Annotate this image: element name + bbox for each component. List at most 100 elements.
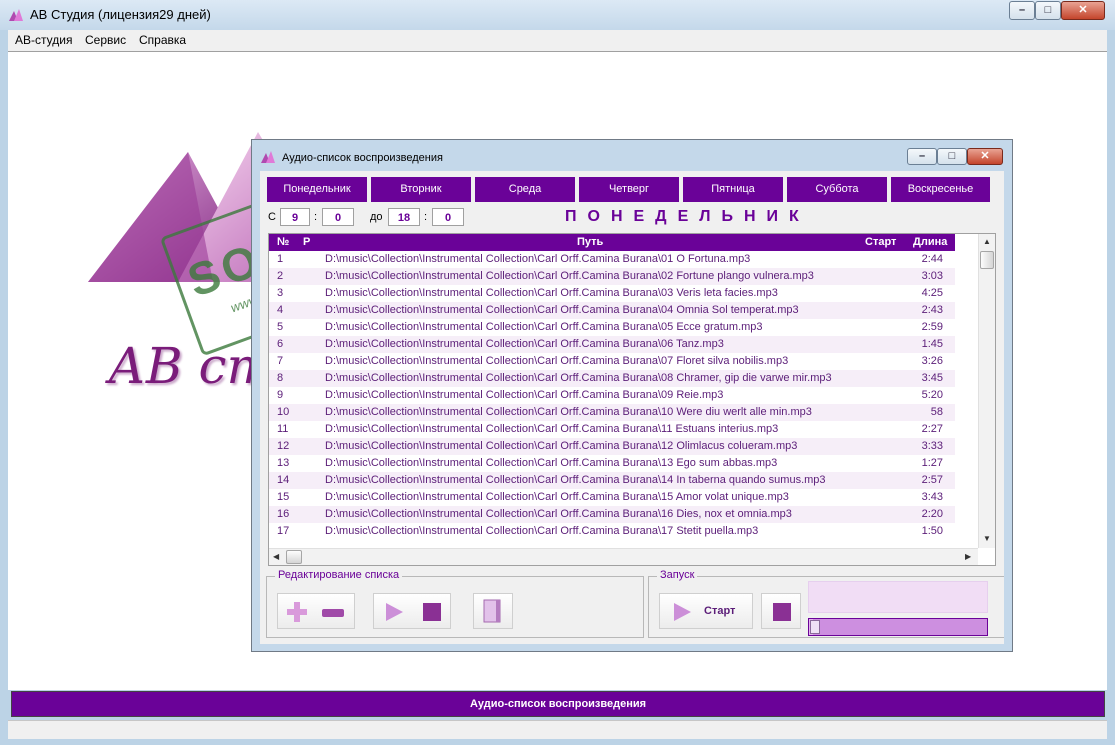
- tab-friday[interactable]: Пятница: [683, 177, 783, 202]
- row-number: 13: [277, 457, 290, 469]
- playlist-grid[interactable]: № Р Путь Старт Длина 1 D:\music\Collectio…: [268, 233, 996, 566]
- scroll-right-icon[interactable]: ▶: [965, 552, 971, 561]
- row-path: D:\music\Collection\Instrumental Collect…: [325, 423, 779, 435]
- from-hour-field[interactable]: 9: [280, 208, 310, 226]
- table-row[interactable]: 12 D:\music\Collection\Instrumental Colle…: [269, 438, 955, 455]
- tab-tuesday[interactable]: Вторник: [371, 177, 471, 202]
- table-row[interactable]: 13 D:\music\Collection\Instrumental Colle…: [269, 455, 955, 472]
- row-length: 2:44: [921, 253, 943, 265]
- menu-help[interactable]: Справка: [139, 33, 186, 47]
- menu-service[interactable]: Сервис: [85, 33, 126, 47]
- progress-slider[interactable]: [808, 618, 988, 636]
- minimize-icon: –: [918, 150, 926, 162]
- row-length: 58: [930, 406, 943, 418]
- column-number[interactable]: №: [277, 236, 289, 248]
- column-r[interactable]: Р: [303, 236, 310, 248]
- horizontal-scroll-thumb[interactable]: [286, 550, 302, 564]
- maximize-icon: □: [948, 150, 956, 162]
- remove-icon[interactable]: [322, 608, 344, 620]
- playlist-minimize-button[interactable]: –: [907, 148, 937, 165]
- row-path: D:\music\Collection\Instrumental Collect…: [325, 287, 778, 299]
- from-minute-field[interactable]: 0: [322, 208, 354, 226]
- vertical-scroll-thumb[interactable]: [980, 251, 994, 269]
- row-path: D:\music\Collection\Instrumental Collect…: [325, 440, 798, 452]
- scroll-up-icon[interactable]: ▲: [983, 237, 991, 246]
- tab-saturday[interactable]: Суббота: [787, 177, 887, 202]
- row-length: 3:43: [921, 491, 943, 503]
- table-row[interactable]: 9 D:\music\Collection\Instrumental Collec…: [269, 387, 955, 404]
- playlist-window: Аудио-список воспроизведения – □ ✕ Понед…: [251, 139, 1013, 652]
- playlist-body: Понедельник Вторник Среда Четверг Пятниц…: [260, 171, 1004, 644]
- row-number: 6: [277, 338, 284, 350]
- row-path: D:\music\Collection\Instrumental Collect…: [325, 474, 826, 486]
- row-length: 1:50: [921, 525, 943, 537]
- app-icon: [8, 7, 24, 23]
- main-title-bar: АВ Студия (лицензия29 дней) – □ ✕: [0, 0, 1115, 30]
- row-number: 2: [277, 270, 284, 282]
- table-row[interactable]: 8 D:\music\Collection\Instrumental Collec…: [269, 370, 955, 387]
- row-path: D:\music\Collection\Instrumental Collect…: [325, 491, 789, 503]
- grid-header: № Р Путь Старт Длина: [269, 234, 955, 251]
- menu-bar: АВ-студия Сервис Справка: [8, 30, 1107, 51]
- play-icon[interactable]: [384, 602, 404, 625]
- bottom-strip: [8, 720, 1107, 739]
- start-button[interactable]: Старт: [659, 593, 753, 629]
- minimize-button[interactable]: –: [1009, 1, 1035, 20]
- scroll-left-icon[interactable]: ◀: [273, 552, 279, 561]
- notebook-button[interactable]: [473, 593, 513, 629]
- table-row[interactable]: 3 D:\music\Collection\Instrumental Collec…: [269, 285, 955, 302]
- column-start[interactable]: Старт: [865, 236, 896, 248]
- maximize-button[interactable]: □: [1035, 1, 1061, 20]
- row-length: 1:45: [921, 338, 943, 350]
- table-row[interactable]: 16 D:\music\Collection\Instrumental Colle…: [269, 506, 955, 523]
- tab-sunday[interactable]: Воскресенье: [891, 177, 990, 202]
- tab-thursday[interactable]: Четверг: [579, 177, 679, 202]
- menu-av-studio[interactable]: АВ-студия: [15, 33, 72, 47]
- tab-monday[interactable]: Понедельник: [267, 177, 367, 202]
- row-number: 14: [277, 474, 290, 486]
- row-number: 8: [277, 372, 284, 384]
- add-icon[interactable]: [286, 601, 308, 626]
- table-row[interactable]: 4 D:\music\Collection\Instrumental Collec…: [269, 302, 955, 319]
- table-row[interactable]: 2 D:\music\Collection\Instrumental Collec…: [269, 268, 955, 285]
- row-number: 3: [277, 287, 284, 299]
- table-row[interactable]: 1 D:\music\Collection\Instrumental Collec…: [269, 251, 955, 268]
- close-icon: ✕: [980, 150, 990, 162]
- table-row[interactable]: 6 D:\music\Collection\Instrumental Collec…: [269, 336, 955, 353]
- playlist-close-button[interactable]: ✕: [967, 148, 1003, 165]
- row-number: 1: [277, 253, 284, 265]
- table-row[interactable]: 7 D:\music\Collection\Instrumental Collec…: [269, 353, 955, 370]
- stop-button[interactable]: [761, 593, 801, 629]
- table-row[interactable]: 15 D:\music\Collection\Instrumental Colle…: [269, 489, 955, 506]
- row-length: 2:43: [921, 304, 943, 316]
- playlist-maximize-button[interactable]: □: [937, 148, 967, 165]
- tab-wednesday[interactable]: Среда: [475, 177, 575, 202]
- table-row[interactable]: 11 D:\music\Collection\Instrumental Colle…: [269, 421, 955, 438]
- close-button[interactable]: ✕: [1061, 1, 1105, 20]
- column-path[interactable]: Путь: [577, 236, 603, 248]
- table-row[interactable]: 17 D:\music\Collection\Instrumental Colle…: [269, 523, 955, 540]
- stop-icon[interactable]: [422, 602, 442, 625]
- main-window-title: АВ Студия (лицензия29 дней): [30, 7, 211, 22]
- row-path: D:\music\Collection\Instrumental Collect…: [325, 457, 778, 469]
- to-hour-field[interactable]: 18: [388, 208, 420, 226]
- row-number: 12: [277, 440, 290, 452]
- row-length: 3:26: [921, 355, 943, 367]
- row-length: 5:20: [921, 389, 943, 401]
- row-number: 9: [277, 389, 284, 401]
- to-minute-field[interactable]: 0: [432, 208, 464, 226]
- vertical-scrollbar[interactable]: ▲ ▼: [978, 234, 995, 548]
- column-length[interactable]: Длина: [913, 236, 947, 248]
- playlist-rows: 1 D:\music\Collection\Instrumental Collec…: [269, 251, 955, 540]
- time-separator: :: [314, 211, 318, 223]
- row-number: 10: [277, 406, 290, 418]
- notebook-icon: [483, 599, 503, 626]
- table-row[interactable]: 14 D:\music\Collection\Instrumental Colle…: [269, 472, 955, 489]
- to-label: до: [370, 211, 383, 223]
- progress-knob[interactable]: [810, 620, 820, 634]
- scroll-down-icon[interactable]: ▼: [983, 534, 991, 543]
- table-row[interactable]: 10 D:\music\Collection\Instrumental Colle…: [269, 404, 955, 421]
- horizontal-scrollbar[interactable]: ◀ ▶: [269, 548, 978, 565]
- status-bar: Аудио-список воспроизведения: [11, 691, 1105, 717]
- table-row[interactable]: 5 D:\music\Collection\Instrumental Collec…: [269, 319, 955, 336]
